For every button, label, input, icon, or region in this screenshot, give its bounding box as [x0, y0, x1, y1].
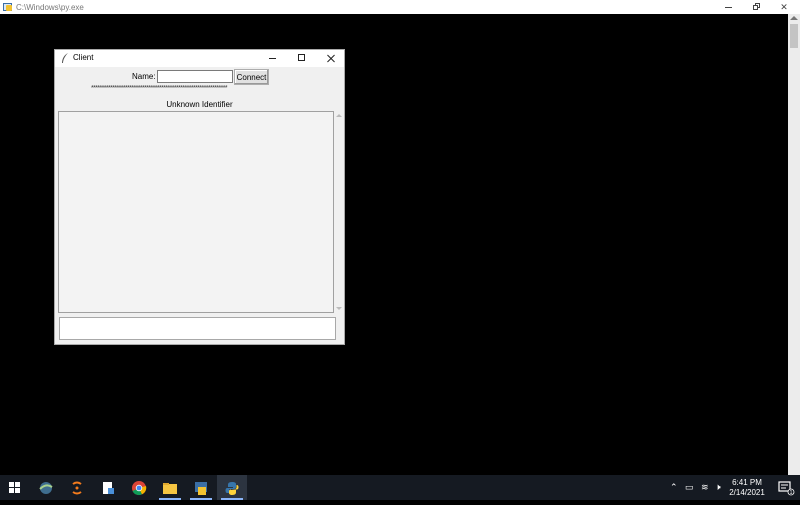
- taskbar-chrome[interactable]: [124, 475, 154, 500]
- name-input[interactable]: [157, 70, 233, 83]
- start-button[interactable]: [0, 475, 30, 500]
- globe-app-icon: [39, 481, 53, 494]
- taskbar-file-explorer[interactable]: [155, 475, 185, 500]
- client-minimize-button[interactable]: [259, 50, 287, 67]
- minimize-icon: [724, 6, 732, 8]
- taskbar: ⌃ ▭ ≋ 🕨: [0, 475, 800, 500]
- message-input[interactable]: [59, 317, 336, 340]
- volume-muted-icon[interactable]: 🕨: [715, 482, 721, 493]
- taskbar-app-3[interactable]: [93, 475, 123, 500]
- maximize-icon: [298, 54, 305, 61]
- client-window: Client Name: Connect *******************…: [54, 49, 345, 345]
- document-app-icon: [103, 481, 114, 494]
- svg-text:1: 1: [790, 490, 793, 496]
- messages-scrollbar[interactable]: [335, 111, 343, 313]
- console-minimize-button[interactable]: [714, 0, 742, 14]
- console-close-button[interactable]: ✕: [770, 0, 798, 14]
- feather-icon: [62, 53, 68, 63]
- chevron-up-icon[interactable]: ⌃: [670, 482, 678, 493]
- client-title: Client: [73, 53, 94, 62]
- console-scrollbar[interactable]: [788, 14, 800, 475]
- clock-time[interactable]: 6:41 PM: [725, 478, 769, 487]
- taskbar-app-1[interactable]: [31, 475, 61, 500]
- scroll-down-icon[interactable]: [336, 307, 342, 310]
- client-close-button[interactable]: [317, 50, 345, 67]
- client-maximize-button[interactable]: [288, 50, 316, 67]
- status-label: Unknown Identifier: [166, 100, 233, 109]
- wifi-icon[interactable]: ≋: [701, 482, 709, 493]
- console-app-icon: [3, 2, 13, 12]
- console-title: C:\Windows\py.exe: [16, 2, 84, 12]
- client-titlebar[interactable]: Client: [55, 50, 344, 67]
- messages-area[interactable]: [58, 111, 334, 313]
- close-icon: ✕: [780, 1, 788, 12]
- taskbar-app-2[interactable]: [62, 475, 92, 500]
- scroll-up-icon[interactable]: [336, 114, 342, 117]
- folder-icon: [163, 482, 177, 494]
- console-scroll-thumb[interactable]: [790, 24, 798, 48]
- chrome-icon: [132, 480, 147, 495]
- python-launcher-icon: [195, 481, 207, 495]
- python-icon: [225, 481, 239, 495]
- taskbar-python[interactable]: [217, 475, 247, 500]
- separator-line: ****************************************…: [91, 85, 228, 92]
- taskbar-app-6[interactable]: [186, 475, 216, 500]
- console-restore-button[interactable]: [742, 0, 770, 14]
- clock-date[interactable]: 2/14/2021: [725, 488, 769, 497]
- notification-button[interactable]: 1: [770, 475, 800, 500]
- battery-icon[interactable]: ▭: [685, 482, 694, 493]
- notification-icon: 1: [778, 481, 795, 496]
- ide-app-icon: [72, 481, 82, 494]
- scroll-up-icon[interactable]: [790, 16, 798, 20]
- windows-icon: [9, 481, 21, 494]
- connect-button[interactable]: Connect: [234, 69, 269, 85]
- minimize-icon: [269, 58, 276, 59]
- name-label: Name:: [132, 72, 156, 81]
- console-titlebar: C:\Windows\py.exe: [0, 0, 800, 14]
